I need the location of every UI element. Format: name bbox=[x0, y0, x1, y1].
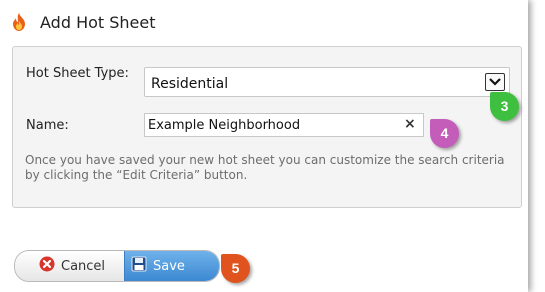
dialog-title: Add Hot Sheet bbox=[40, 12, 156, 32]
save-label: Save bbox=[153, 258, 185, 274]
step-marker-4: 4 bbox=[430, 119, 459, 148]
save-button[interactable]: Save bbox=[124, 251, 219, 281]
step-marker-3: 3 bbox=[490, 92, 519, 121]
dialog-actions: Cancel Save bbox=[14, 250, 220, 282]
name-label: Name: bbox=[26, 118, 69, 133]
hot-sheet-type-select[interactable]: Residential bbox=[144, 67, 510, 97]
fire-icon bbox=[12, 13, 26, 31]
cancel-label: Cancel bbox=[61, 258, 106, 274]
clear-icon[interactable]: × bbox=[404, 116, 416, 132]
dialog-header: Add Hot Sheet bbox=[12, 12, 156, 32]
hot-sheet-type-value: Residential bbox=[151, 76, 229, 92]
name-input[interactable] bbox=[144, 113, 424, 137]
chevron-down-icon[interactable] bbox=[485, 73, 505, 91]
floppy-disk-icon bbox=[131, 256, 147, 276]
step-marker-5: 5 bbox=[221, 254, 250, 283]
hot-sheet-type-label: Hot Sheet Type: bbox=[26, 66, 129, 81]
add-hot-sheet-dialog: Add Hot Sheet Hot Sheet Type: Residentia… bbox=[0, 0, 528, 292]
cancel-button[interactable]: Cancel bbox=[15, 251, 124, 281]
help-text: Once you have saved your new hot sheet y… bbox=[25, 153, 505, 182]
cancel-circle-icon bbox=[39, 256, 55, 276]
